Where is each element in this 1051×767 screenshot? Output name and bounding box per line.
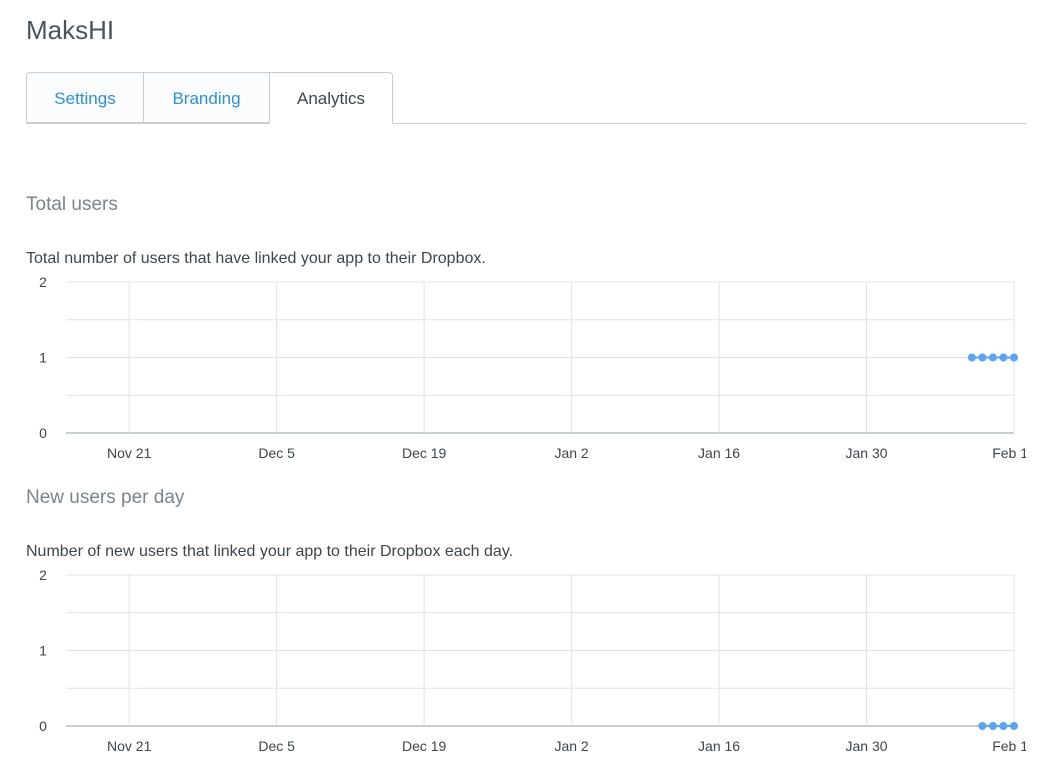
data-point[interactable]	[1010, 722, 1018, 730]
x-tick-label: Dec 19	[402, 738, 447, 754]
tab-bar: Settings Branding Analytics	[26, 72, 1026, 124]
x-tick-label: Feb 13	[992, 738, 1026, 754]
new-users-title: New users per day	[26, 487, 185, 508]
y-tick-label: 0	[39, 425, 47, 441]
y-tick-label: 1	[39, 350, 47, 366]
y-tick-label: 2	[39, 567, 47, 583]
data-point[interactable]	[1010, 353, 1018, 362]
data-point[interactable]	[999, 722, 1008, 730]
x-tick-label: Jan 16	[698, 445, 740, 461]
x-tick-label: Nov 21	[107, 738, 152, 754]
total-users-title: Total users	[26, 194, 118, 215]
data-point[interactable]	[988, 353, 997, 362]
x-tick-label: Jan 16	[698, 738, 740, 754]
x-tick-label: Nov 21	[107, 445, 152, 461]
new-users-chart: Nov 21 Dec 5 Dec 19 Jan 2 Jan 16 Jan 30 Feb 13…	[26, 563, 1026, 759]
data-point[interactable]	[978, 722, 987, 730]
x-tick-label: Jan 2	[554, 738, 588, 754]
y-tick-label: 1	[39, 643, 47, 659]
tab-branding[interactable]: Branding	[143, 72, 270, 124]
data-point[interactable]	[967, 353, 976, 362]
x-tick-label: Dec 5	[258, 445, 295, 461]
y-tick-label: 2	[39, 274, 47, 290]
total-users-chart: Nov 21 Dec 5 Dec 19 Jan 2 Jan 16 Jan 30 Feb 13…	[26, 270, 1026, 466]
x-tick-label: Dec 5	[258, 738, 295, 754]
x-tick-label: Jan 2	[554, 445, 588, 461]
total-users-description: Total number of users that have linked y…	[26, 250, 486, 267]
analytics-page: MaksHI Settings Branding Analytics Total…	[0, 0, 1051, 767]
x-tick-label: Dec 19	[402, 445, 447, 461]
data-point[interactable]	[978, 353, 987, 362]
page-title: MaksHI	[26, 15, 115, 45]
total-users-chart-svg: Nov 21 Dec 5 Dec 19 Jan 2 Jan 16 Jan 30 Feb 13…	[39, 274, 1026, 461]
new-users-description: Number of new users that linked your app…	[26, 543, 514, 560]
new-users-chart-svg: Nov 21 Dec 5 Dec 19 Jan 2 Jan 16 Jan 30 Feb 13…	[39, 567, 1026, 754]
tab-settings[interactable]: Settings	[26, 72, 144, 124]
x-tick-label: Jan 30	[846, 445, 888, 461]
tab-analytics[interactable]: Analytics	[269, 72, 393, 124]
data-point[interactable]	[999, 353, 1008, 362]
x-tick-label: Jan 30	[846, 738, 888, 754]
y-tick-label: 0	[39, 718, 47, 734]
x-tick-label: Feb 13	[992, 445, 1026, 461]
data-point[interactable]	[988, 722, 997, 730]
